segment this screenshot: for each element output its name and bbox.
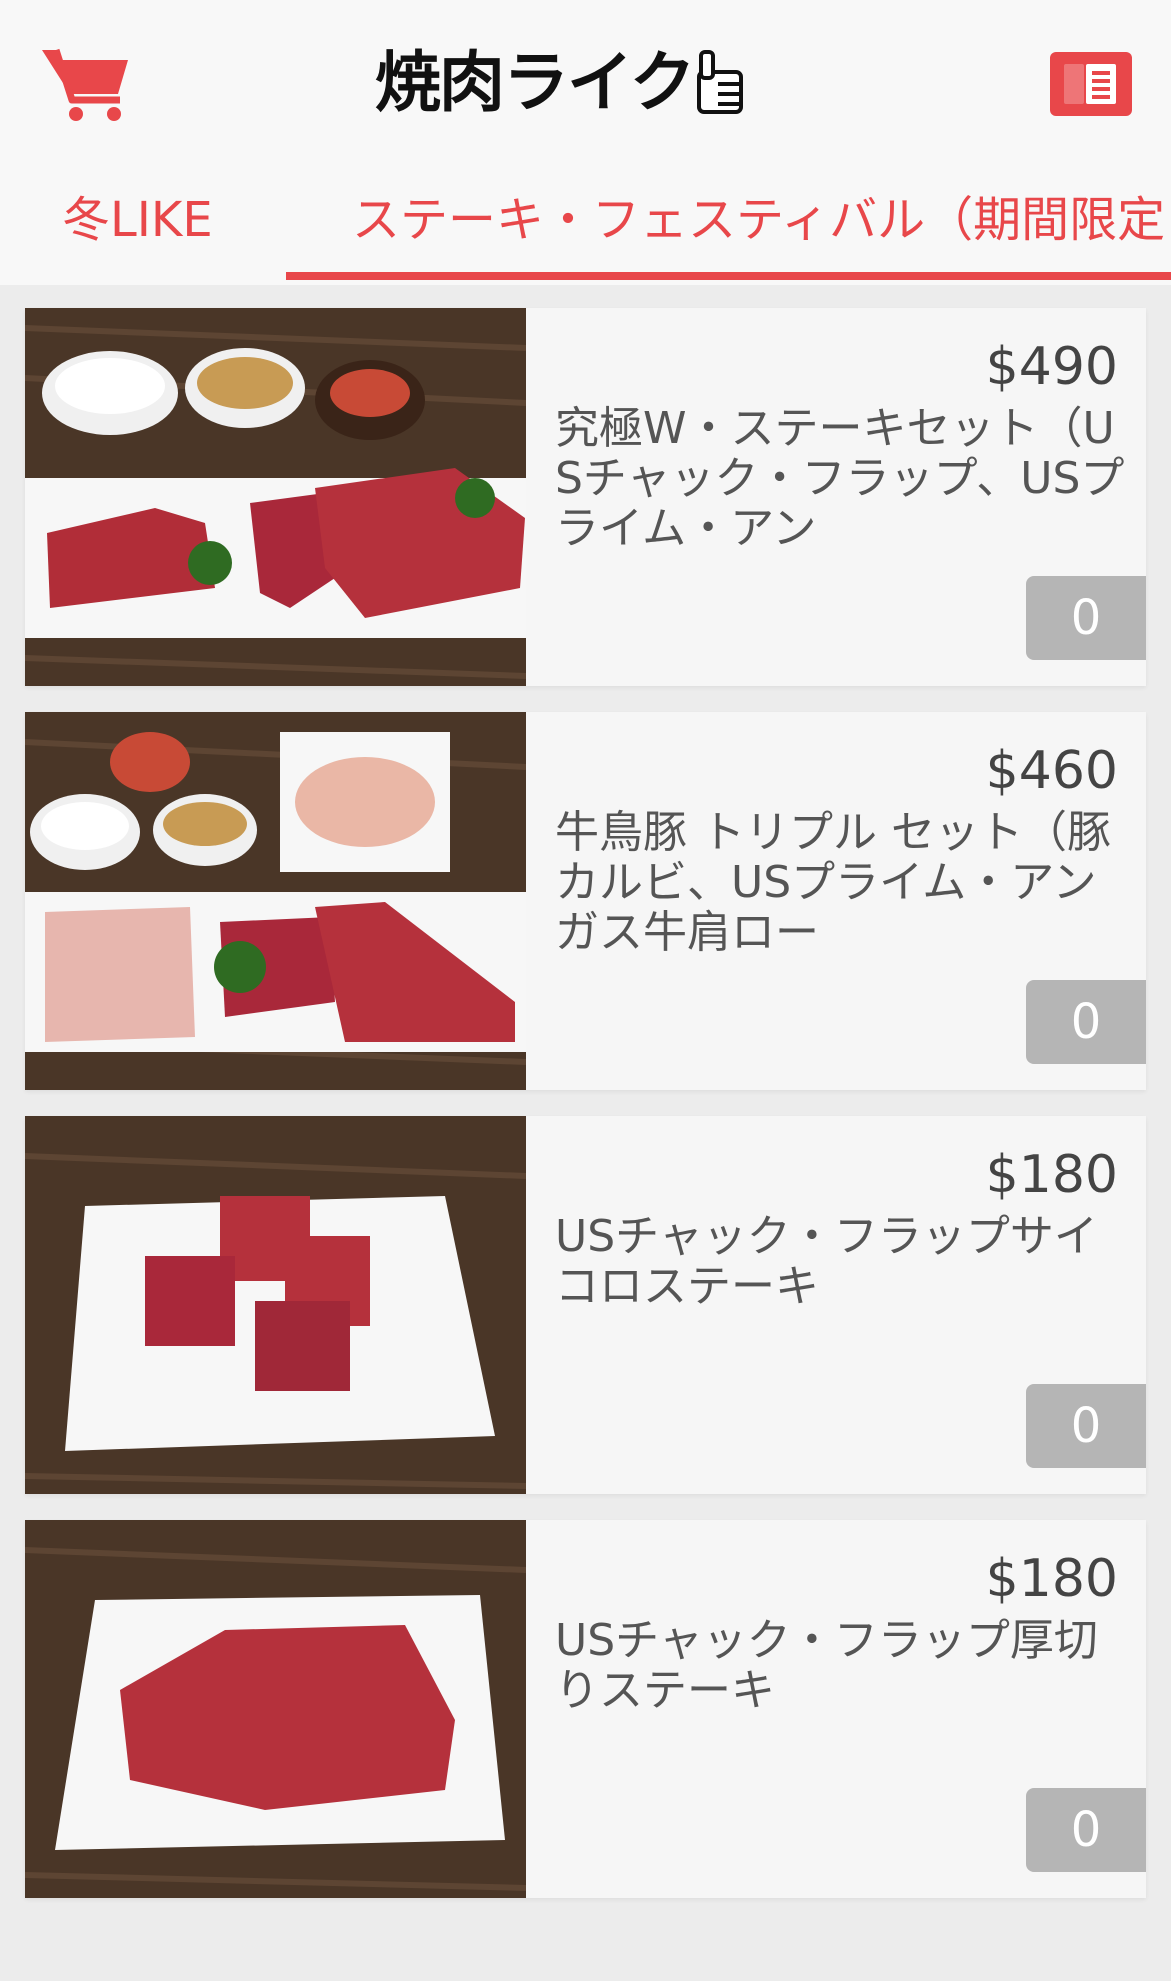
brand-logo[interactable]: 焼肉ライク: [375, 42, 795, 124]
item-price: $460: [985, 741, 1118, 801]
item-name: USチャック・フラップサイコロステーキ: [555, 1212, 1098, 1312]
quantity-button[interactable]: 0: [1026, 576, 1146, 660]
item-name: 究極W・ステーキセット（USチャック・フラップ、USプライム・アン: [555, 404, 1125, 554]
menu-list-icon: [1064, 64, 1116, 104]
app-header: 焼肉ライク 冬LIKE ステーキ・フェスティバル（期間限定: [0, 0, 1171, 285]
logo-text: 焼肉ライク: [375, 44, 696, 121]
steak-set-image: [25, 308, 526, 686]
item-price: $180: [985, 1145, 1118, 1205]
category-tabs: 冬LIKE ステーキ・フェスティバル（期間限定: [0, 180, 1171, 285]
quantity-button[interactable]: 0: [1026, 980, 1146, 1064]
thick-steak-image: [25, 1520, 526, 1898]
active-tab-indicator: [286, 272, 1171, 280]
thumbs-up-icon: [696, 50, 743, 114]
item-name: USチャック・フラップ厚切りステーキ: [555, 1616, 1098, 1716]
menu-button[interactable]: [1050, 52, 1132, 116]
menu-item-card[interactable]: $460 牛鳥豚 トリプル セット（豚カルビ、USプライム・アンガス牛肩ロー 0: [25, 712, 1146, 1090]
item-name: 牛鳥豚 トリプル セット（豚カルビ、USプライム・アンガス牛肩ロー: [555, 808, 1111, 958]
tab-steak-festival[interactable]: ステーキ・フェスティバル（期間限定: [352, 188, 1165, 252]
menu-item-card[interactable]: $180 USチャック・フラップサイコロステーキ 0: [25, 1116, 1146, 1494]
shopping-cart-icon[interactable]: [40, 44, 132, 124]
menu-item-card[interactable]: $180 USチャック・フラップ厚切りステーキ 0: [25, 1520, 1146, 1898]
item-price: $490: [985, 337, 1118, 397]
dice-steak-image: [25, 1116, 526, 1494]
menu-item-card[interactable]: $490 究極W・ステーキセット（USチャック・フラップ、USプライム・アン 0: [25, 308, 1146, 686]
triple-set-image: [25, 712, 526, 1090]
quantity-button[interactable]: 0: [1026, 1384, 1146, 1468]
tab-winter-like[interactable]: 冬LIKE: [62, 188, 213, 252]
quantity-button[interactable]: 0: [1026, 1788, 1146, 1872]
item-price: $180: [985, 1549, 1118, 1609]
